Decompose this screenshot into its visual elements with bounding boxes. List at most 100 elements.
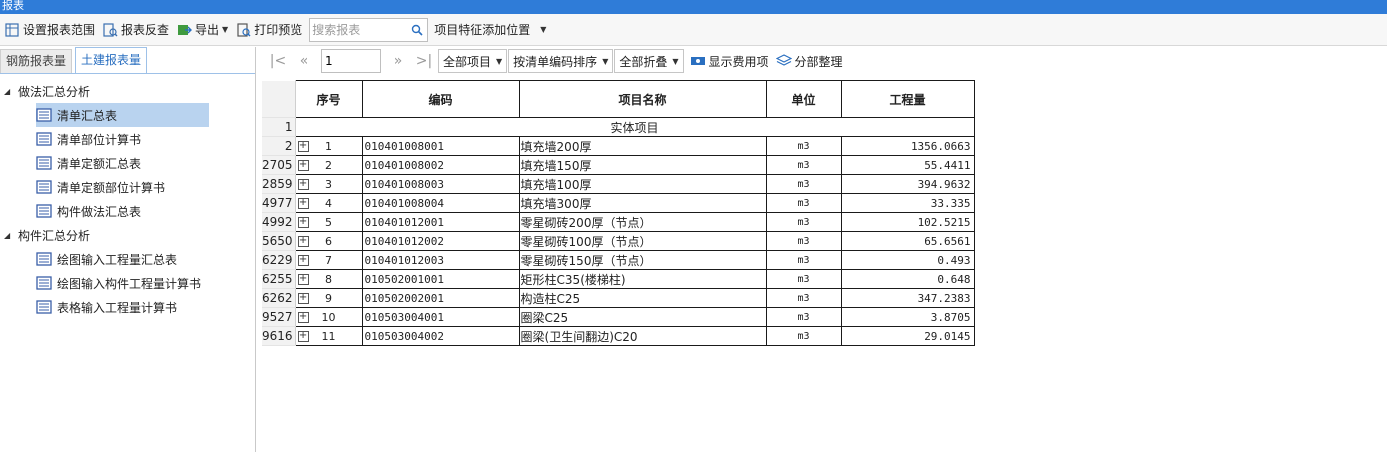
page-number-input[interactable]	[321, 49, 381, 73]
table-row[interactable]: 6255 +8 010502001001 矩形柱C35(楼梯柱) m3 0.64…	[262, 269, 975, 289]
column-header-name[interactable]: 项目名称	[518, 80, 767, 118]
row-number[interactable]: 5650	[262, 231, 296, 251]
table-section-row[interactable]: 1 实体项目	[262, 117, 975, 137]
collapse-triangle-icon[interactable]: ◢	[4, 231, 18, 240]
fold-level-dropdown[interactable]: 全部折叠 ▼	[614, 49, 684, 73]
tree-item-component-method-summary[interactable]: 构件做法汇总表	[0, 199, 255, 223]
set-range-button[interactable]: 设置报表范围	[2, 18, 100, 42]
column-header-unit[interactable]: 单位	[765, 80, 842, 118]
row-seq: 8	[325, 272, 333, 286]
row-number[interactable]: 6262	[262, 288, 296, 308]
section-organize-button[interactable]: 分部整理	[774, 49, 848, 73]
tab-civil-report[interactable]: 土建报表量	[75, 47, 148, 73]
row-header-corner[interactable]	[262, 80, 296, 118]
row-number[interactable]: 9616	[262, 326, 296, 346]
tree-item-drawing-input-summary[interactable]: 绘图输入工程量汇总表	[0, 247, 255, 271]
table-row[interactable]: 2705 +2 010401008002 填充墙150厚 m3 55.4411	[262, 155, 975, 175]
row-number[interactable]: 2705	[262, 155, 296, 175]
expand-plus-icon[interactable]: +	[297, 255, 309, 266]
collapse-triangle-icon[interactable]: ◢	[4, 87, 18, 96]
report-document-icon	[36, 180, 52, 194]
row-number[interactable]: 2	[262, 136, 296, 156]
expand-plus-icon[interactable]: +	[297, 217, 309, 228]
table-row[interactable]: 2 +1 010401008001 填充墙200厚 m3 1356.0663	[262, 136, 975, 156]
previous-page-icon[interactable]: «	[291, 53, 317, 69]
table-row[interactable]: 4977 +4 010401008004 填充墙300厚 m3 33.335	[262, 193, 975, 213]
row-name: 填充墙150厚	[518, 155, 767, 175]
row-qty: 33.335	[840, 193, 975, 213]
row-number[interactable]: 6255	[262, 269, 296, 289]
expand-plus-icon[interactable]: +	[297, 236, 309, 247]
tree-item-table-input-calc[interactable]: 表格输入工程量计算书	[0, 295, 255, 319]
row-seq: 11	[321, 329, 336, 343]
tab-rebar-report[interactable]: 钢筋报表量	[0, 49, 73, 73]
row-code: 010503004002	[361, 326, 520, 346]
tree-item-bill-quota-summary[interactable]: 清单定额汇总表	[0, 151, 255, 175]
tree-item-bill-quota-location-calc[interactable]: 清单定额部位计算书	[0, 175, 255, 199]
expand-plus-icon[interactable]: +	[297, 274, 309, 285]
report-check-label: 报表反查	[121, 23, 170, 37]
expand-plus-icon[interactable]: +	[297, 179, 309, 190]
expand-plus-icon[interactable]: +	[297, 141, 309, 152]
table-row[interactable]: 5650 +6 010401012002 零星砌砖100厚（节点） m3 65.…	[262, 231, 975, 251]
tree-group-component-summary[interactable]: ◢ 构件汇总分析	[0, 223, 255, 247]
row-qty: 55.4411	[840, 155, 975, 175]
row-name: 圈梁(卫生间翻边)C20	[518, 326, 767, 346]
expand-plus-icon[interactable]: +	[297, 331, 309, 342]
column-header-seq[interactable]: 序号	[294, 80, 363, 118]
table-row[interactable]: 6229 +7 010401012003 零星砌砖150厚（节点） m3 0.4…	[262, 250, 975, 270]
report-view-panel: |< « » >| 全部项目 ▼ 按清单编码排序 ▼ 全部折叠 ▼ 显示费用项	[262, 47, 1387, 452]
chevron-down-icon: ▼	[540, 25, 547, 34]
table-row[interactable]: 2859 +3 010401008003 填充墙100厚 m3 394.9632	[262, 174, 975, 194]
show-cost-items-button[interactable]: 显示费用项	[688, 49, 774, 73]
table-row[interactable]: 4992 +5 010401012001 零星砌砖200厚（节点） m3 102…	[262, 212, 975, 232]
report-check-button[interactable]: 报表反查	[100, 18, 174, 42]
row-number[interactable]: 9527	[262, 307, 296, 327]
row-seq: 4	[325, 196, 333, 210]
project-filter-dropdown[interactable]: 全部项目 ▼	[438, 49, 508, 73]
print-preview-button[interactable]: 打印预览	[233, 18, 307, 42]
table-row[interactable]: 6262 +9 010502002001 构造柱C25 m3 347.2383	[262, 288, 975, 308]
tree-item-bill-summary[interactable]: 清单汇总表	[0, 103, 255, 127]
expand-plus-icon[interactable]: +	[297, 198, 309, 209]
row-number[interactable]: 6229	[262, 250, 296, 270]
sort-order-dropdown[interactable]: 按清单编码排序 ▼	[508, 49, 614, 73]
settings-grid-icon	[5, 22, 19, 37]
expand-plus-icon[interactable]: +	[297, 293, 309, 304]
tree-item-bill-location-calc[interactable]: 清单部位计算书	[0, 127, 255, 151]
chevron-down-icon: ▼	[496, 56, 503, 66]
last-page-icon[interactable]: >|	[411, 53, 437, 69]
row-number[interactable]: 4992	[262, 212, 296, 232]
next-page-icon[interactable]: »	[385, 53, 411, 69]
expand-plus-icon[interactable]: +	[297, 312, 309, 323]
row-seq: 7	[325, 253, 333, 267]
search-icon[interactable]	[410, 23, 424, 37]
table-row[interactable]: 9616 +11 010503004002 圈梁(卫生间翻边)C20 m3 29…	[262, 326, 975, 346]
tree-item-drawing-component-calc[interactable]: 绘图输入构件工程量计算书	[0, 271, 255, 295]
row-number[interactable]: 4977	[262, 193, 296, 213]
table-row[interactable]: 9527 +10 010503004001 圈梁C25 m3 3.8705	[262, 307, 975, 327]
export-button[interactable]: 导出 ▼	[174, 18, 233, 42]
feature-position-dropdown[interactable]: 项目特征添加位置 ▼	[432, 18, 551, 42]
chevron-down-icon: ▼	[602, 56, 609, 66]
row-name: 零星砌砖200厚（节点）	[518, 212, 767, 232]
row-code: 010401012001	[361, 212, 520, 232]
row-number[interactable]: 1	[262, 117, 296, 137]
row-unit: m3	[765, 231, 842, 251]
row-name: 填充墙100厚	[518, 174, 767, 194]
column-header-qty[interactable]: 工程量	[840, 80, 975, 118]
expand-plus-icon[interactable]: +	[297, 160, 309, 171]
bill-summary-table: 序号 编码 项目名称 单位 工程量 1 实体项目 2 +1 0104010080…	[262, 80, 975, 346]
row-name: 零星砌砖100厚（节点）	[518, 231, 767, 251]
row-unit: m3	[765, 155, 842, 175]
report-search-input[interactable]	[310, 19, 407, 40]
row-name: 填充墙300厚	[518, 193, 767, 213]
row-unit: m3	[765, 288, 842, 308]
tree-group-method-summary[interactable]: ◢ 做法汇总分析	[0, 79, 255, 103]
print-preview-icon	[237, 22, 251, 37]
column-header-code[interactable]: 编码	[361, 80, 520, 118]
first-page-icon[interactable]: |<	[265, 53, 291, 69]
row-number[interactable]: 2859	[262, 174, 296, 194]
row-name: 矩形柱C35(楼梯柱)	[518, 269, 767, 289]
fold-level-value: 全部折叠	[619, 54, 668, 69]
